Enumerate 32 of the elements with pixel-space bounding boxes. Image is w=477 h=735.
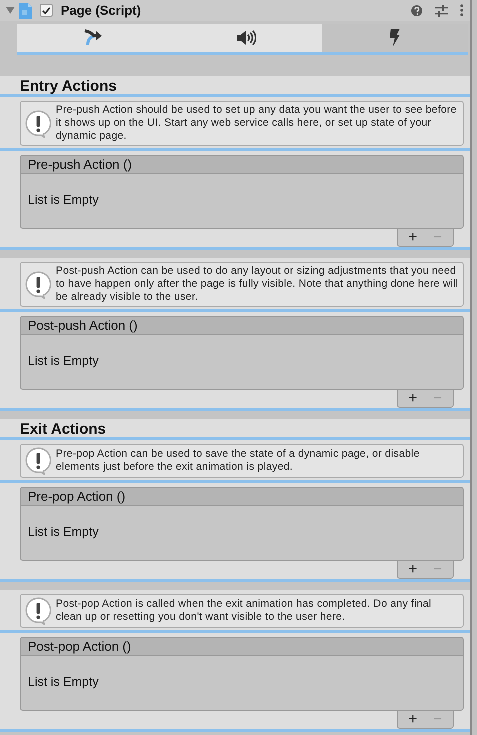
event-header: Pre-pop Action () (20, 487, 464, 506)
add-button[interactable]: + (404, 712, 422, 728)
component-title: Page (Script) (61, 2, 142, 20)
info-icon (25, 110, 52, 138)
speaker-icon (236, 30, 256, 46)
transition-icon (84, 29, 102, 47)
help-text: Post-push Action can be used to do any layout or sizing adjustments that you need to have happen only after the page is fully visible. Note that anything done here will be already visible to the user. (56, 265, 459, 304)
menu-icon[interactable] (460, 4, 464, 17)
add-button[interactable]: + (404, 562, 422, 578)
empty-list-text: List is Empty (20, 506, 464, 561)
event-header: Post-push Action () (20, 316, 464, 335)
add-button[interactable]: + (404, 230, 422, 246)
script-icon (19, 2, 32, 18)
empty-list-text: List is Empty (20, 335, 464, 390)
tab[interactable] (168, 24, 322, 52)
info-icon (25, 597, 52, 625)
section-heading: Entry Actions (0, 76, 470, 97)
info-icon (25, 270, 52, 298)
lightning-icon (389, 29, 402, 47)
help-text: Post-pop Action is called when the exit animation has completed. Do any final clean up or resetting you don't want visible to the user here. (56, 598, 433, 624)
settings-icon[interactable] (435, 4, 448, 16)
event-header: Post-pop Action () (20, 637, 464, 656)
empty-list-text: List is Empty (20, 656, 464, 711)
help-icon[interactable] (411, 4, 423, 16)
add-button[interactable]: + (404, 390, 422, 406)
help-text: Pre-pop Action can be used to save the state of a dynamic page, or disable elements just before the exit animation is played. (56, 448, 421, 474)
section-heading: Exit Actions (0, 419, 470, 440)
help-text: Pre-push Action should be used to set up any data you want the user to see before it shows up on the UI. Start any web service calls here, or set up state of your dynamic page. (56, 104, 458, 143)
event-header: Pre-push Action () (20, 155, 464, 174)
enable-checkbox[interactable] (40, 4, 53, 17)
empty-list-text: List is Empty (20, 174, 464, 229)
info-icon (25, 447, 52, 475)
